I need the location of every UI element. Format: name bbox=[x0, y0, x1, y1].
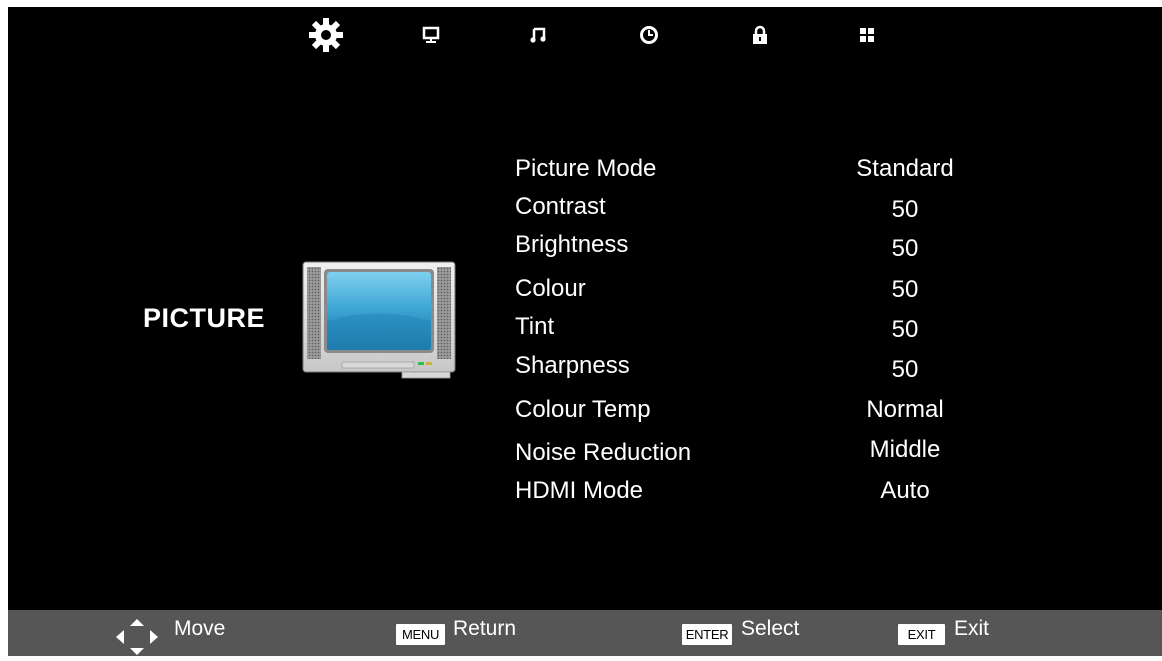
contrast-value[interactable]: 50 bbox=[845, 196, 965, 224]
menu-item-noise-reduction[interactable]: Noise Reduction bbox=[515, 439, 691, 467]
select-hint: Select bbox=[741, 617, 800, 640]
menu-item-contrast[interactable]: Contrast bbox=[515, 193, 606, 221]
menu-item-picture-mode[interactable]: Picture Mode bbox=[515, 155, 656, 183]
grid-icon[interactable] bbox=[849, 18, 885, 52]
picture-mode-value[interactable]: Standard bbox=[845, 155, 965, 183]
clock-icon[interactable] bbox=[631, 18, 667, 52]
menu-item-brightness[interactable]: Brightness bbox=[515, 231, 628, 259]
tv-icon bbox=[302, 261, 456, 386]
enter-key-badge: ENTER bbox=[682, 624, 732, 645]
section-title: PICTURE bbox=[143, 303, 266, 333]
brightness-value[interactable]: 50 bbox=[845, 235, 965, 263]
menu-item-sharpness[interactable]: Sharpness bbox=[515, 352, 630, 380]
menu-item-colour[interactable]: Colour bbox=[515, 275, 586, 303]
menu-item-colour-temp[interactable]: Colour Temp bbox=[515, 396, 651, 424]
exit-hint: Exit bbox=[954, 617, 990, 640]
menu-key-badge: MENU bbox=[396, 624, 445, 645]
menu-item-tint[interactable]: Tint bbox=[515, 313, 554, 341]
gear-icon[interactable] bbox=[308, 18, 344, 52]
colour-temp-value[interactable]: Normal bbox=[845, 396, 965, 424]
noise-reduction-value[interactable]: Middle bbox=[845, 436, 965, 464]
return-hint: Return bbox=[453, 617, 517, 640]
lock-icon[interactable] bbox=[742, 18, 778, 52]
menu-item-hdmi-mode[interactable]: HDMI Mode bbox=[515, 477, 643, 505]
monitor-icon[interactable] bbox=[413, 18, 449, 52]
move-hint: Move bbox=[174, 617, 226, 640]
exit-key-badge: EXIT bbox=[898, 624, 945, 645]
music-note-icon[interactable] bbox=[520, 18, 556, 52]
sharpness-value[interactable]: 50 bbox=[845, 356, 965, 384]
hdmi-mode-value[interactable]: Auto bbox=[845, 477, 965, 505]
tint-value[interactable]: 50 bbox=[845, 316, 965, 344]
dpad-icon bbox=[115, 618, 159, 661]
colour-value[interactable]: 50 bbox=[845, 276, 965, 304]
